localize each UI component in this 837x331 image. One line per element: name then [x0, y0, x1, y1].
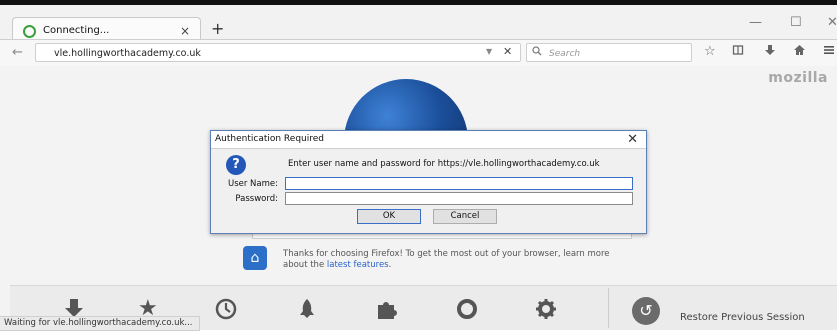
minimize-button[interactable]: —	[749, 15, 762, 30]
password-field[interactable]	[285, 192, 633, 205]
url-input[interactable]	[52, 45, 496, 62]
username-field[interactable]	[285, 177, 633, 190]
loading-spinner-icon	[23, 25, 36, 38]
restore-session-icon[interactable]: ↺	[632, 297, 660, 325]
ok-button[interactable]: OK	[357, 209, 421, 224]
tab-close-icon[interactable]: ×	[180, 24, 190, 38]
tab-title: Connecting...	[43, 25, 110, 36]
tab-strip: Connecting... × + — ☐ ✕	[0, 5, 837, 44]
dialog-close-button[interactable]: ✕	[627, 131, 638, 148]
close-window-button[interactable]: ✕	[827, 15, 837, 30]
bookmark-star-icon[interactable]: ☆	[704, 44, 716, 59]
dialog-title-bar: Authentication Required ✕	[211, 131, 646, 149]
menu-icon[interactable]	[824, 44, 834, 59]
maximize-button[interactable]: ☐	[790, 15, 802, 30]
addons-launcher-icon[interactable]	[297, 298, 317, 325]
promo-snippet: Thanks for choosing Firefox! To get the …	[283, 249, 628, 271]
home-icon[interactable]	[793, 44, 806, 60]
username-label: User Name:	[227, 179, 278, 189]
launcher-divider	[608, 288, 609, 328]
downloads-icon[interactable]	[764, 44, 776, 60]
firefox-tips-icon: ⌂	[243, 246, 267, 270]
reading-list-icon[interactable]	[732, 44, 744, 60]
back-button[interactable]: ←	[12, 45, 23, 60]
search-input[interactable]	[547, 45, 691, 62]
dialog-message: Enter user name and password for https:/…	[288, 159, 600, 169]
url-bar[interactable]: ▼ ✕	[35, 43, 521, 62]
new-tab-button[interactable]: +	[211, 21, 224, 37]
extensions-launcher-icon[interactable]	[375, 298, 397, 325]
cancel-button[interactable]: Cancel	[433, 209, 497, 224]
password-label: Password:	[235, 194, 278, 204]
navigation-toolbar: ← ▼ ✕ ☆	[0, 39, 837, 67]
authentication-dialog: Authentication Required ✕ ? Enter user n…	[210, 130, 647, 234]
sync-launcher-icon[interactable]	[456, 298, 478, 325]
question-icon: ?	[226, 155, 246, 175]
promo-end: .	[388, 260, 392, 270]
mozilla-logo: mozilla	[768, 70, 828, 86]
dialog-title: Authentication Required	[215, 134, 324, 144]
history-launcher-icon[interactable]	[215, 298, 237, 325]
search-icon	[532, 46, 542, 59]
latest-features-link[interactable]: latest features	[327, 260, 389, 270]
options-launcher-icon[interactable]	[535, 298, 557, 325]
search-bar[interactable]	[526, 43, 692, 62]
restore-session-button[interactable]: Restore Previous Session	[680, 312, 805, 323]
url-history-dropdown-icon[interactable]: ▼	[486, 47, 492, 56]
stop-loading-icon[interactable]: ✕	[503, 45, 512, 58]
